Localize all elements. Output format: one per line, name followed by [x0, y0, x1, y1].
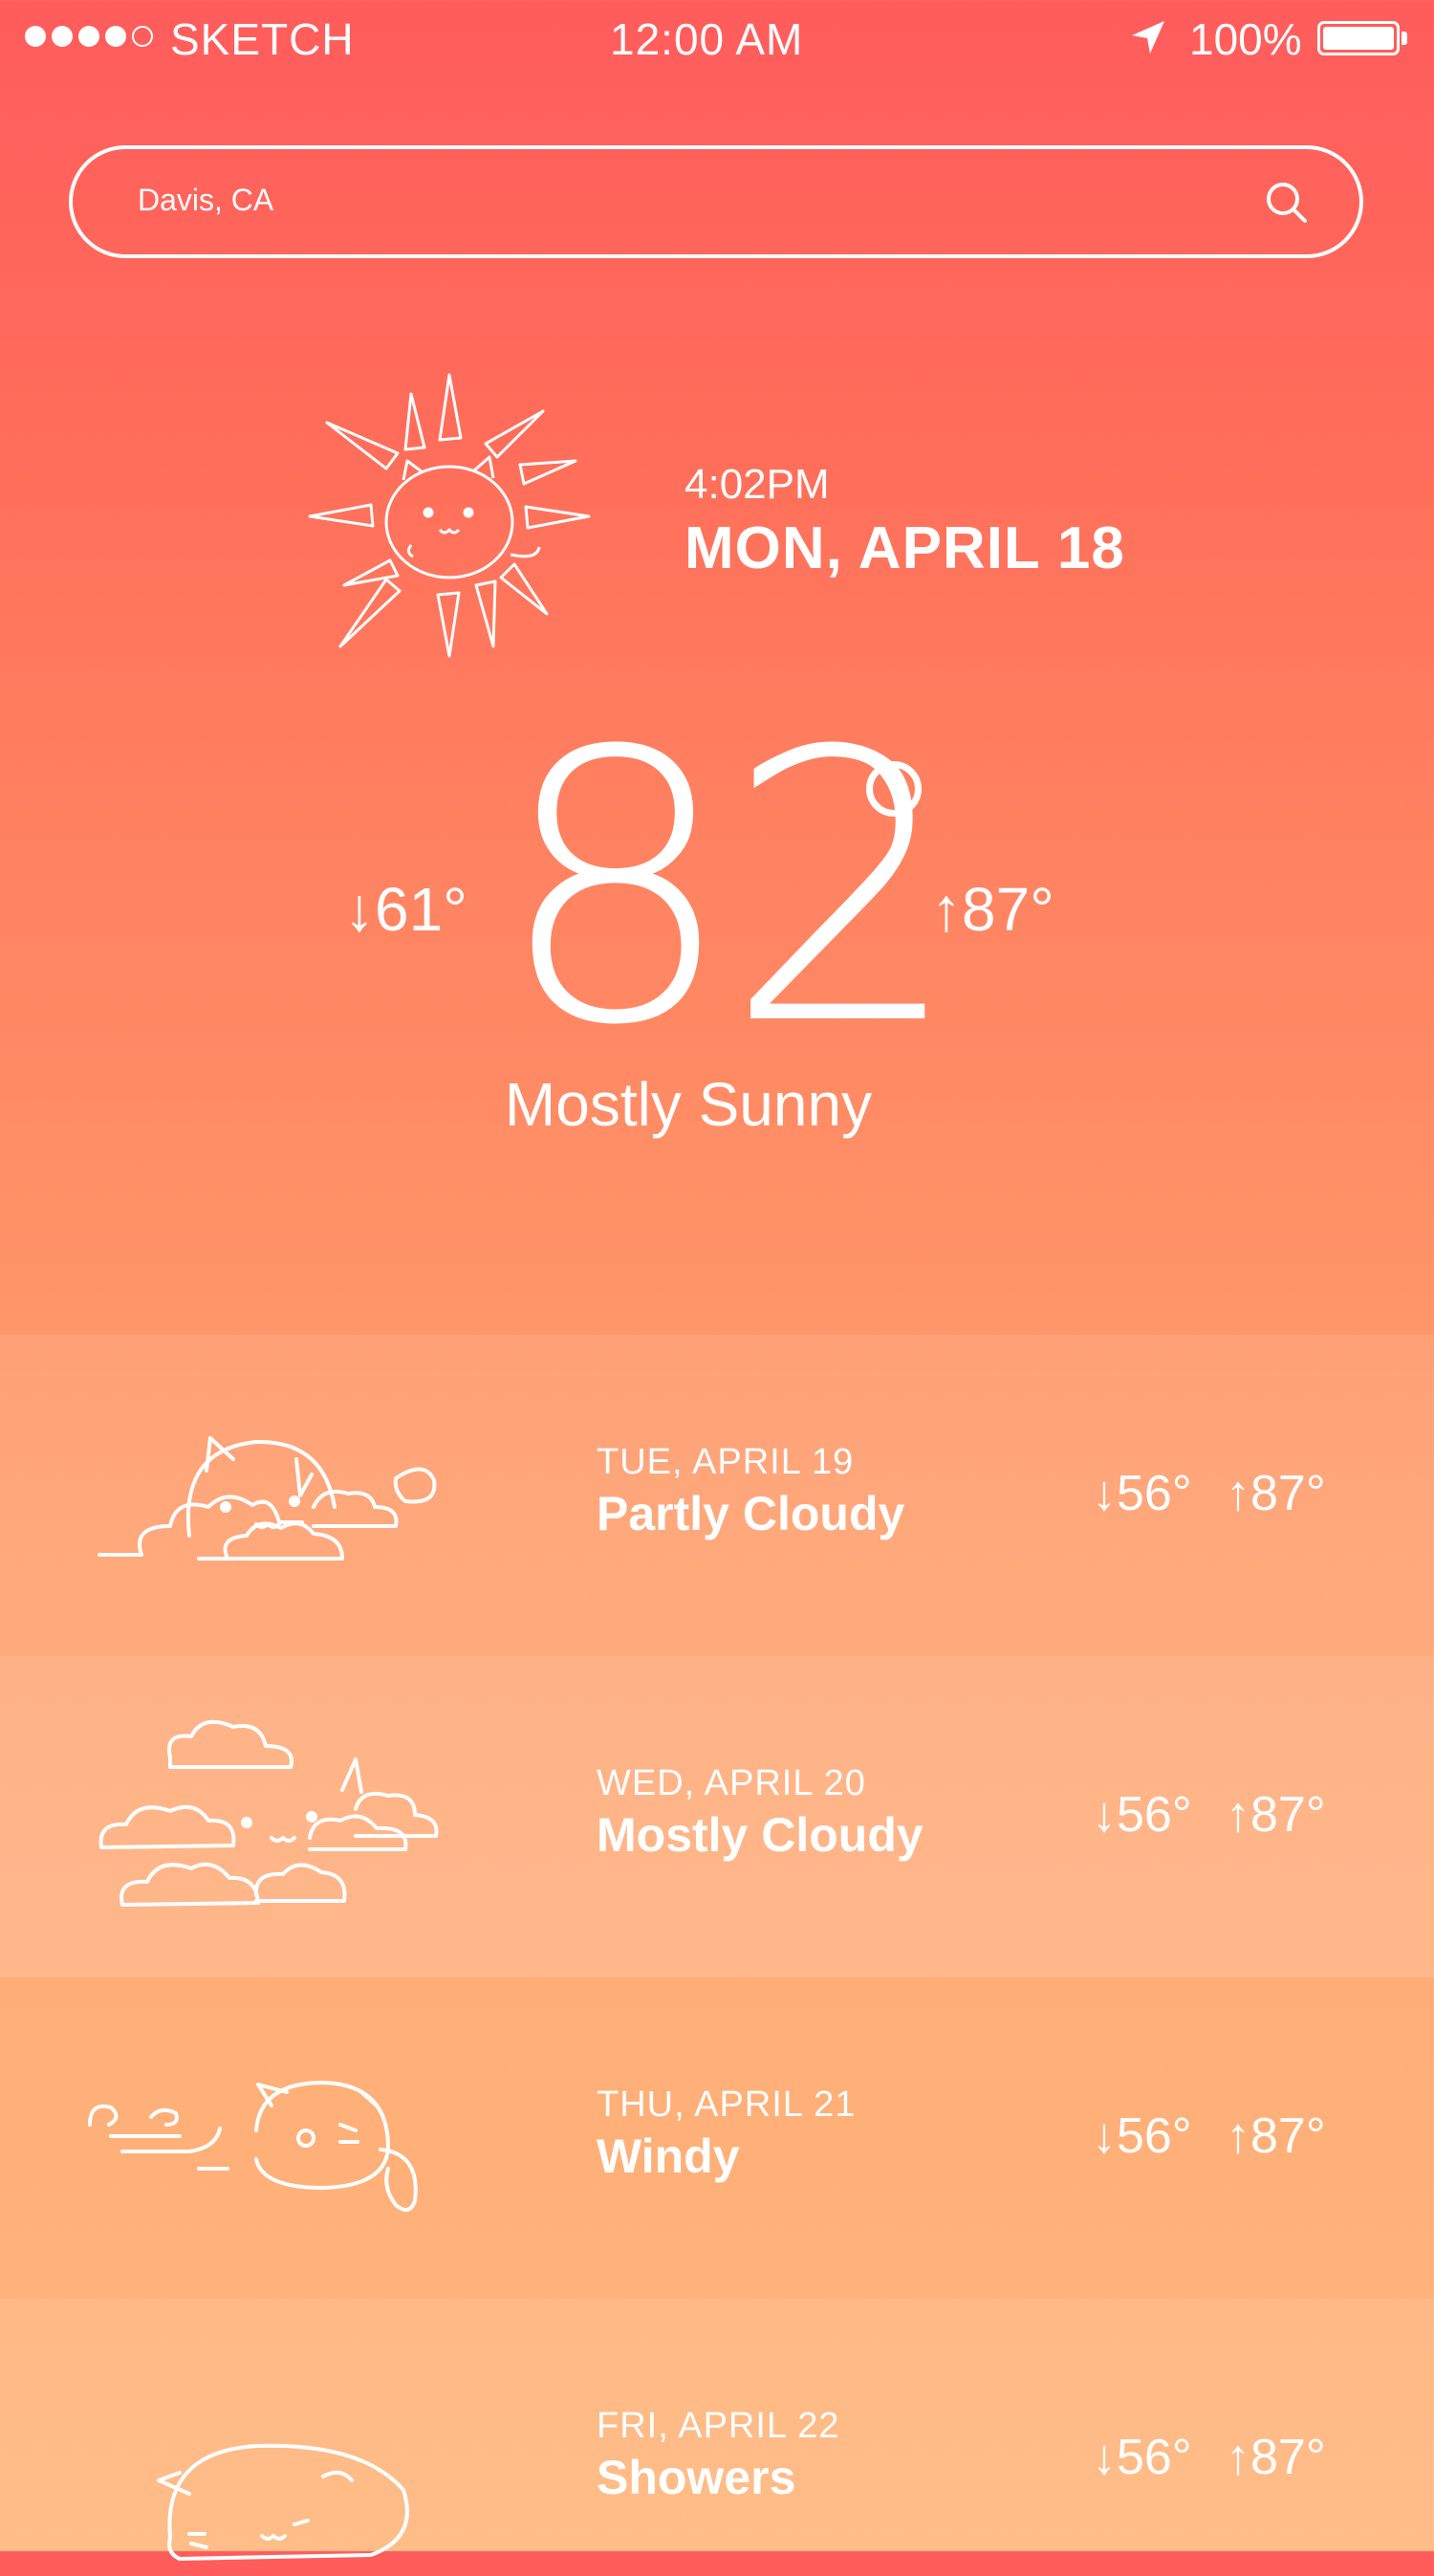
current-date: MON, APRIL 18: [684, 515, 1125, 581]
windy-cat-icon: [88, 2081, 418, 2213]
signal-dot: [52, 26, 73, 47]
forecast-high-temp: ↑87°: [1226, 2108, 1326, 2164]
carrier-name: SKETCH: [170, 14, 355, 64]
signal-dot: [78, 26, 99, 47]
forecast-row[interactable]: WED, APRIL 20 Mostly Cloudy ↓56° ↑87°: [0, 1656, 1434, 1977]
forecast-date: WED, APRIL 20: [597, 1763, 866, 1803]
forecast-row[interactable]: FRI, APRIL 22 Showers ↓56° ↑87°: [0, 2299, 1434, 2561]
forecast-row[interactable]: TUE, APRIL 19 Partly Cloudy ↓56° ↑87°: [0, 1335, 1434, 1656]
forecast-row[interactable]: THU, APRIL 21 Windy ↓56° ↑87°: [0, 1977, 1434, 2299]
location-search-bar[interactable]: Davis, CA: [69, 145, 1363, 258]
search-input[interactable]: Davis, CA: [138, 183, 273, 218]
forecast-low-temp: ↓56°: [1092, 2108, 1192, 2164]
forecast-high-temp: ↑87°: [1226, 2430, 1326, 2485]
showers-cat-icon: [157, 2443, 409, 2561]
current-temperature: 82: [497, 672, 962, 1106]
partly-cloudy-cat-icon: [98, 1436, 437, 1561]
signal-dot-empty: [132, 26, 153, 47]
forecast-high-temp: ↑87°: [1226, 1787, 1326, 1843]
forecast-date: FRI, APRIL 22: [597, 2406, 840, 2446]
status-time: 12:00 AM: [610, 14, 804, 64]
signal-dot: [105, 26, 126, 47]
search-icon[interactable]: [1262, 178, 1310, 226]
forecast-condition: Mostly Cloudy: [597, 1808, 923, 1862]
forecast-condition: Showers: [597, 2451, 796, 2504]
forecast-low-temp: ↓56°: [1092, 2430, 1192, 2485]
forecast-condition: Partly Cloudy: [597, 1487, 905, 1540]
battery-cap: [1401, 32, 1407, 45]
battery-icon: [1317, 21, 1400, 55]
forecast-condition: Windy: [597, 2129, 740, 2183]
location-arrow-icon: [1132, 21, 1164, 54]
forecast-high-temp: ↑87°: [1226, 1466, 1326, 1521]
mostly-cloudy-cat-icon: [98, 1719, 439, 1907]
forecast-low-temp: ↓56°: [1092, 1466, 1192, 1521]
signal-strength-icon: [25, 26, 153, 47]
today-low-temp: ↓61°: [344, 875, 467, 944]
current-condition: Mostly Sunny: [504, 1070, 873, 1139]
degree-symbol: [866, 761, 922, 817]
status-bar: SKETCH 12:00 AM 100%: [0, 0, 1434, 78]
forecast-date: TUE, APRIL 19: [597, 1442, 855, 1482]
forecast-date: THU, APRIL 21: [597, 2085, 857, 2125]
today-high-temp: ↑87°: [931, 875, 1054, 944]
signal-dot: [25, 26, 46, 47]
battery-percentage: 100%: [1189, 14, 1302, 64]
forecast-low-temp: ↓56°: [1092, 1787, 1192, 1843]
current-time: 4:02PM: [684, 461, 830, 508]
sunny-cat-icon: [308, 373, 591, 658]
